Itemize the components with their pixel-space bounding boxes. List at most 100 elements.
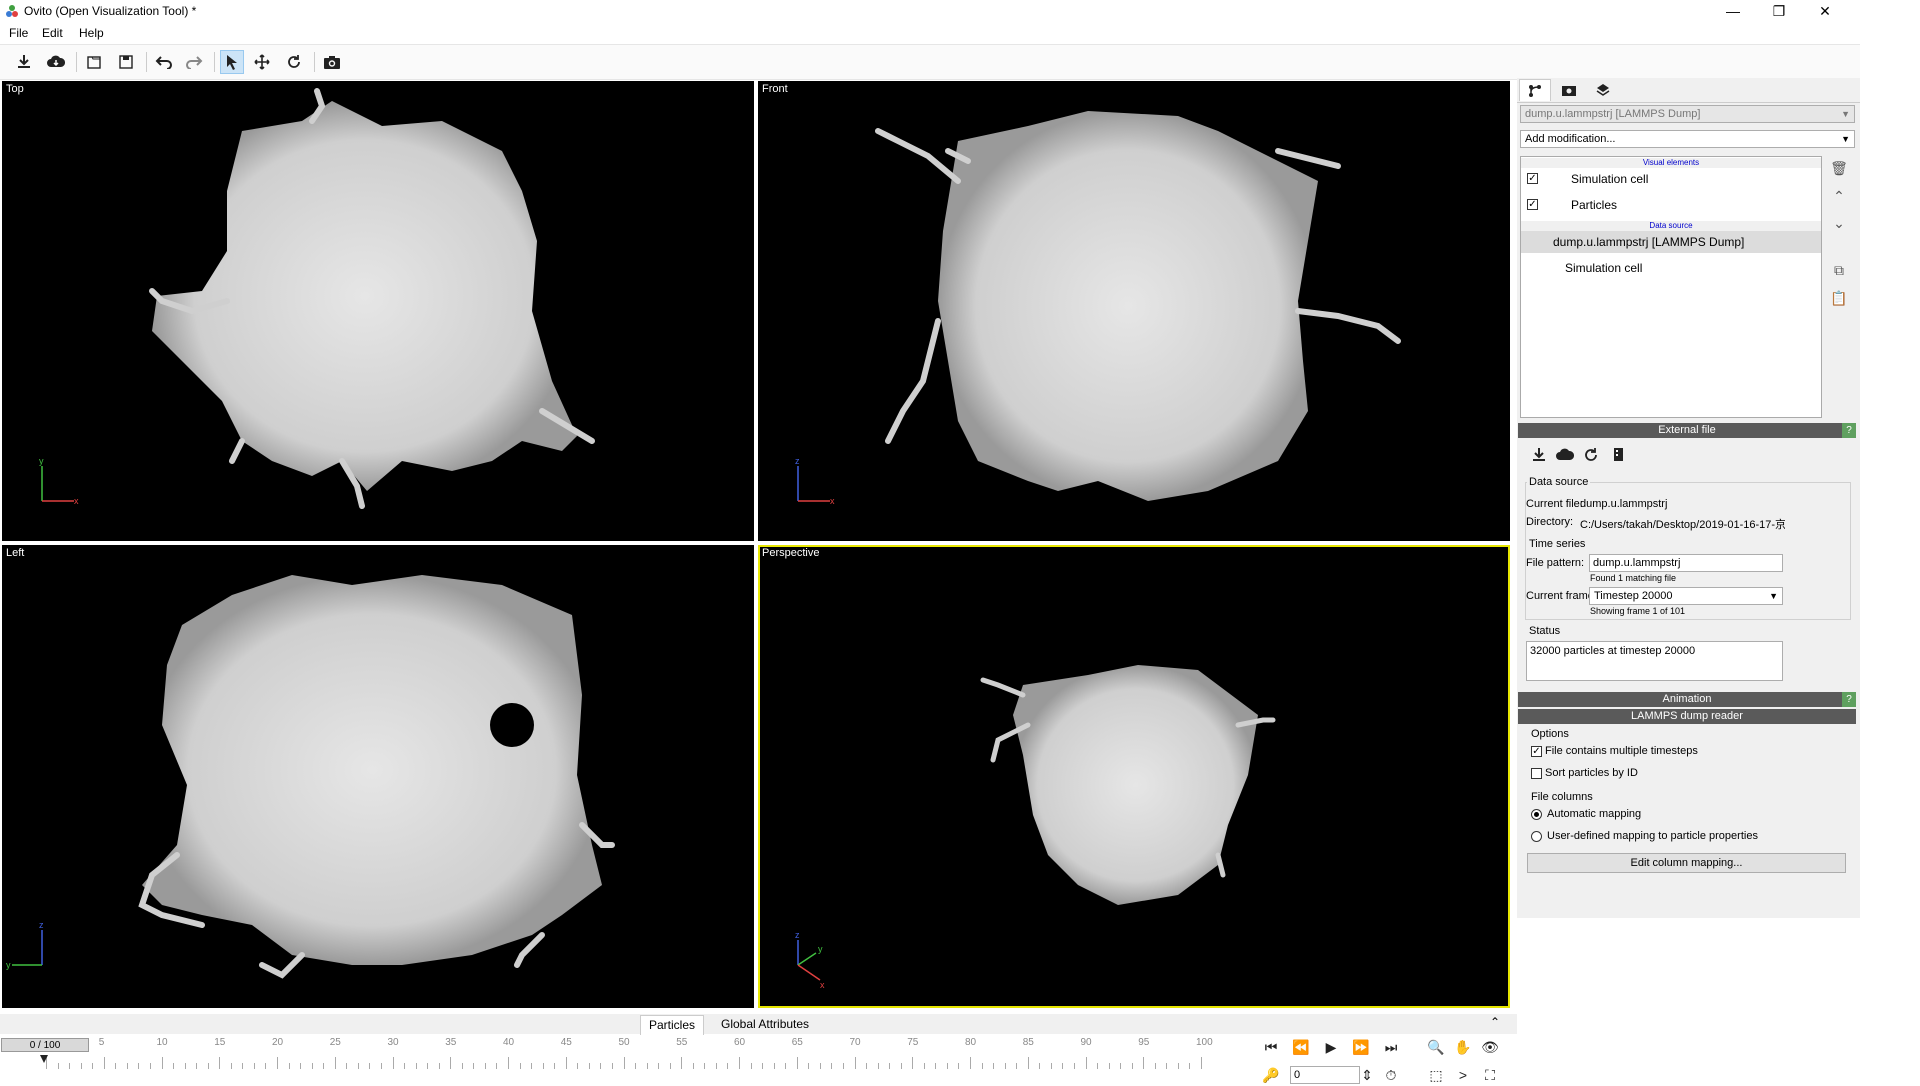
move-up-icon[interactable]: ⌃: [1829, 186, 1849, 206]
save-session-icon[interactable]: [114, 50, 138, 74]
lammps-reader-rollout-header[interactable]: LAMMPS dump reader: [1518, 709, 1856, 724]
directory-label: Directory:: [1526, 516, 1574, 528]
zoom-scene-extents-icon[interactable]: ⬚: [1425, 1064, 1447, 1086]
edit-column-mapping-button[interactable]: Edit column mapping...: [1527, 853, 1846, 873]
timeline-tick: [461, 1063, 463, 1069]
pipeline-item-particles-vis[interactable]: ✓ Particles: [1521, 194, 1821, 216]
minimize-button[interactable]: —: [1710, 0, 1756, 22]
animation-settings-icon[interactable]: ⏱: [1380, 1064, 1402, 1086]
step-forward-icon[interactable]: ⏩: [1350, 1036, 1372, 1058]
checkbox[interactable]: ✓: [1527, 199, 1538, 210]
svg-text:y: y: [39, 456, 44, 466]
timeline-tick: [773, 1063, 775, 1069]
pick-remote-file-icon[interactable]: [1553, 443, 1577, 467]
pipeline-editor: Visual elements ✓ Simulation cell ✓ Part…: [1520, 156, 1822, 418]
axis-tripod: z x: [795, 456, 835, 506]
goto-end-icon[interactable]: ⏭: [1380, 1036, 1402, 1058]
maximize-viewport-icon[interactable]: ⛶: [1479, 1064, 1501, 1086]
pipeline-item-data-source[interactable]: dump.u.lammpstrj [LAMMPS Dump]: [1521, 231, 1821, 253]
timeline-tick-label: 75: [907, 1037, 919, 1048]
menu-help[interactable]: Help: [79, 26, 104, 40]
checkbox[interactable]: ✓: [1527, 173, 1538, 184]
zoom-icon[interactable]: 🔍: [1425, 1036, 1447, 1058]
timeline-tick: [531, 1063, 533, 1069]
pick-local-file-icon[interactable]: [1527, 443, 1551, 467]
timeline-tick: [519, 1063, 521, 1069]
menu-file[interactable]: File: [9, 26, 28, 40]
timeline-tick: [415, 1063, 417, 1069]
sort-by-id-checkbox[interactable]: [1531, 768, 1542, 779]
pan-icon[interactable]: ✋: [1452, 1036, 1474, 1058]
viewport-perspective[interactable]: Perspective z y x: [758, 545, 1510, 1008]
auto-key-icon[interactable]: 🔑: [1260, 1064, 1282, 1086]
menu-edit[interactable]: Edit: [42, 26, 63, 40]
auto-mapping-radio[interactable]: [1531, 809, 1542, 820]
help-icon: ?: [1842, 423, 1856, 438]
render-tab-icon[interactable]: [1553, 79, 1585, 101]
external-file-rollout-header[interactable]: External file?: [1518, 423, 1856, 438]
command-panel: dump.u.lammpstrj [LAMMPS Dump] ▼ Add modi…: [1517, 78, 1860, 918]
expand-icon[interactable]: ⌃: [1490, 1015, 1500, 1029]
timeline-tick-label: 70: [849, 1037, 861, 1048]
frame-spinner-input[interactable]: 0: [1290, 1066, 1360, 1084]
move-mode-icon[interactable]: [250, 50, 274, 74]
select-mode-icon[interactable]: [220, 50, 244, 74]
sort-by-id-label: Sort particles by ID: [1545, 767, 1638, 779]
maximize-button[interactable]: ❐: [1756, 0, 1802, 22]
pipeline-tab-icon[interactable]: [1519, 79, 1551, 101]
timeline-tick: [103, 1057, 105, 1069]
user-mapping-label: User-defined mapping to particle propert…: [1547, 830, 1758, 842]
update-frames-icon[interactable]: [1605, 443, 1629, 467]
timeline-tick: [554, 1063, 556, 1069]
pipeline-item-simulation-cell-vis[interactable]: ✓ Simulation cell: [1521, 168, 1821, 190]
clipboard-icon[interactable]: 📋: [1829, 288, 1849, 308]
pipeline-item-simulation-cell[interactable]: Simulation cell: [1521, 257, 1821, 279]
timeline-tick: [450, 1057, 452, 1069]
import-remote-icon[interactable]: [44, 50, 68, 74]
render-icon[interactable]: [320, 50, 344, 74]
load-session-icon[interactable]: [82, 50, 106, 74]
timeline-tick: [577, 1063, 579, 1069]
particle-cloud-image: z x: [795, 111, 1401, 506]
current-frame-combo[interactable]: Timestep 20000 ▼: [1589, 587, 1783, 605]
overlays-tab-icon[interactable]: [1587, 79, 1619, 101]
timeline-tick-label: 60: [734, 1037, 746, 1048]
viewport-top[interactable]: Top y x: [2, 81, 754, 541]
move-down-icon[interactable]: ⌄: [1829, 213, 1849, 233]
tab-particles[interactable]: Particles: [640, 1015, 705, 1035]
close-button[interactable]: ✕: [1802, 0, 1848, 22]
timeline-tick: [334, 1057, 336, 1069]
viewport-front[interactable]: Front z x: [758, 81, 1510, 541]
orbit-icon[interactable]: 👁: [1479, 1036, 1501, 1058]
user-mapping-radio[interactable]: [1531, 831, 1542, 842]
multi-timesteps-checkbox[interactable]: ✓: [1531, 746, 1542, 757]
timeline-tick: [1154, 1063, 1156, 1069]
animation-timeline[interactable]: 0 / 100 5 10 15 20 25 30 35 40 45 50 55 60 65 70 75 80 8…: [0, 1035, 1260, 1080]
timeline-tick: [207, 1063, 209, 1069]
add-modification-combo[interactable]: Add modification... ▼: [1520, 130, 1855, 148]
delete-icon[interactable]: 🗑: [1829, 158, 1849, 178]
viewport-left[interactable]: Left z y: [2, 545, 754, 1008]
play-icon[interactable]: ▶: [1320, 1036, 1342, 1058]
step-back-icon[interactable]: ⏪: [1290, 1036, 1312, 1058]
pipeline-source-combo[interactable]: dump.u.lammpstrj [LAMMPS Dump] ▼: [1520, 105, 1855, 123]
file-pattern-input[interactable]: dump.u.lammpstrj: [1589, 554, 1783, 572]
timeline-tick: [946, 1063, 948, 1069]
tab-global-attributes[interactable]: Global Attributes: [713, 1015, 817, 1034]
rotate-mode-icon[interactable]: [282, 50, 306, 74]
fov-icon[interactable]: >: [1452, 1064, 1474, 1086]
animation-rollout-header[interactable]: Animation?: [1518, 692, 1856, 707]
timeline-tick: [1073, 1063, 1075, 1069]
undo-icon[interactable]: [152, 50, 176, 74]
timeline-tick: [357, 1063, 359, 1069]
import-local-icon[interactable]: [12, 50, 36, 74]
main-toolbar: [0, 44, 1860, 80]
redo-icon[interactable]: [182, 50, 206, 74]
timeline-tick-label: 15: [214, 1037, 226, 1048]
time-slider-marker-icon[interactable]: [40, 1055, 48, 1065]
goto-start-icon[interactable]: ⏮: [1260, 1036, 1282, 1058]
timeline-tick: [230, 1063, 232, 1069]
spinner-arrows-icon[interactable]: ⇕: [1360, 1064, 1374, 1086]
reload-icon[interactable]: [1579, 443, 1603, 467]
copy-icon[interactable]: ⧉: [1829, 260, 1849, 280]
